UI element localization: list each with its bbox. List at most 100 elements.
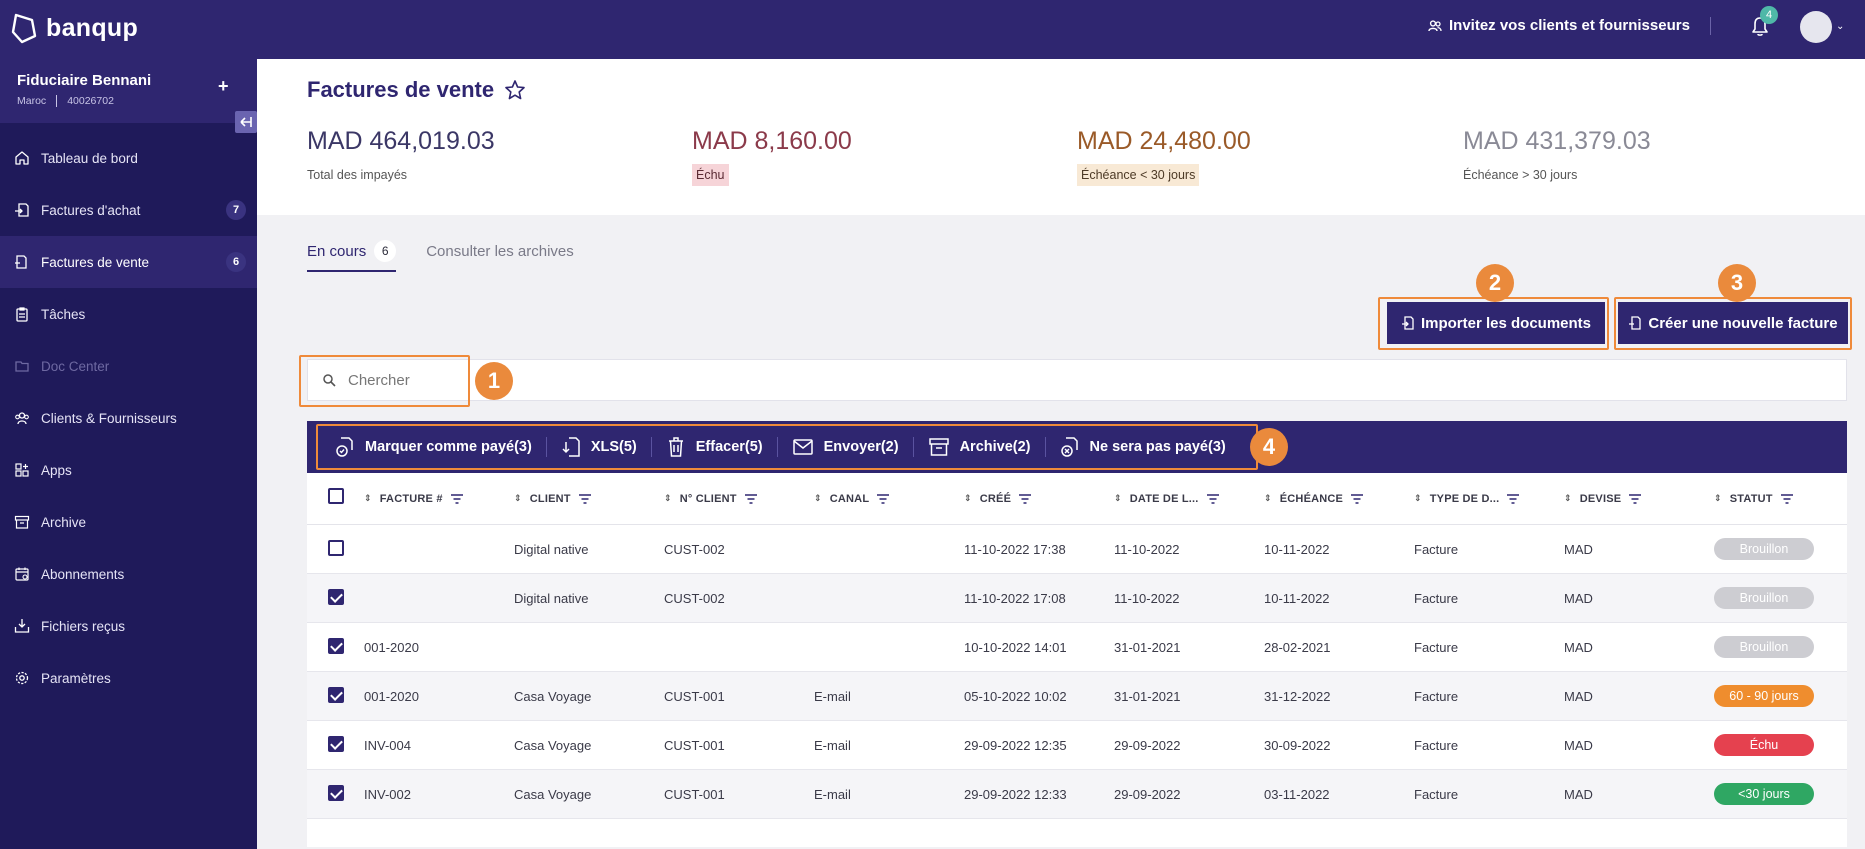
table-row[interactable]: INV-002 Casa Voyage CUST-001 E-mail 29-09-20… [307, 770, 1847, 819]
import-documents-button[interactable]: Importer les documents [1387, 302, 1605, 344]
filter-icon[interactable] [1351, 493, 1364, 504]
sidebar-item-archive[interactable]: Archive [0, 496, 257, 548]
sidebar-nav: Tableau de bord Factures d'achat 7 Factu… [0, 132, 257, 704]
sidebar-item-tasks[interactable]: Tâches [0, 288, 257, 340]
filter-icon[interactable] [578, 493, 591, 504]
send-button[interactable]: Envoyer(2) [778, 436, 913, 458]
cell-due: 31-12-2022 [1264, 688, 1331, 704]
sort-icon[interactable]: ⇕ [1264, 493, 1272, 504]
column-header-created[interactable]: ⇕ CRÉÉ [964, 493, 1114, 505]
sidebar-item-doc-center[interactable]: Doc Center [0, 340, 257, 392]
tab-archives[interactable]: Consulter les archives [426, 240, 574, 272]
create-invoice-button[interactable]: Créer une nouvelle facture [1618, 302, 1848, 344]
filter-icon[interactable] [1206, 493, 1219, 504]
filter-icon[interactable] [1780, 493, 1793, 504]
sidebar-item-subscriptions[interactable]: Abonnements [0, 548, 257, 600]
table-header: ⇕ FACTURE # ⇕ CLIENT ⇕ N° CLIENT ⇕ CANAL ⇕ CR… [307, 473, 1847, 525]
column-label: CANAL [829, 492, 870, 505]
add-company-button[interactable]: + [218, 76, 229, 97]
filter-icon[interactable] [1019, 493, 1032, 504]
sort-icon[interactable]: ⇕ [664, 493, 672, 504]
cell-date: 29-09-2022 [1114, 737, 1181, 753]
sort-icon[interactable]: ⇕ [1114, 493, 1122, 504]
sidebar-item-label: Factures d'achat [41, 202, 141, 218]
avatar[interactable] [1800, 11, 1832, 43]
sidebar-item-contacts[interactable]: Clients & Fournisseurs [0, 392, 257, 444]
row-checkbox[interactable] [328, 686, 344, 703]
sales-invoice-icon [15, 255, 27, 269]
table-body: Digital native CUST-002 11-10-2022 17:38 11… [307, 525, 1847, 819]
cell-type: Facture [1414, 688, 1459, 704]
table-row[interactable]: 001-2020 Casa Voyage CUST-001 E-mail 05-10-2… [307, 672, 1847, 721]
filter-icon[interactable] [1629, 493, 1642, 504]
sort-icon[interactable]: ⇕ [964, 493, 972, 504]
cell-currency: MAD [1564, 737, 1593, 753]
status-badge: Échu [1714, 734, 1814, 756]
sort-icon[interactable]: ⇕ [1714, 493, 1722, 504]
collapse-sidebar-button[interactable] [235, 111, 257, 133]
sidebar-item-apps[interactable]: Apps [0, 444, 257, 496]
filter-icon[interactable] [1507, 493, 1520, 504]
delete-button[interactable]: Effacer(5) [652, 436, 777, 458]
sidebar-item-received-files[interactable]: Fichiers reçus [0, 600, 257, 652]
invite-link[interactable]: Invitez vos clients et fournisseurs [1428, 17, 1690, 34]
column-header-client-number[interactable]: ⇕ N° CLIENT [664, 493, 814, 505]
sort-icon[interactable]: ⇕ [364, 493, 372, 504]
sort-icon[interactable]: ⇕ [1414, 493, 1422, 504]
sidebar-item-purchase-invoices[interactable]: Factures d'achat 7 [0, 184, 257, 236]
mark-paid-button[interactable]: Marquer comme payé(3) [325, 436, 546, 458]
column-header-invoice[interactable]: ⇕ FACTURE # [364, 493, 514, 505]
table-row[interactable]: Digital native CUST-002 11-10-2022 17:08 11… [307, 574, 1847, 623]
filter-icon[interactable] [450, 493, 463, 504]
chevron-down-icon[interactable]: ⌄ [1836, 21, 1844, 32]
cell-type: Facture [1414, 786, 1459, 802]
bulk-label: Ne sera pas payé(3) [1089, 439, 1226, 455]
cell-due: 10-11-2022 [1264, 590, 1330, 606]
tab-in-progress[interactable]: En cours 6 [307, 240, 397, 272]
column-header-status[interactable]: ⇕ STATUT [1714, 493, 1844, 505]
company-country: Maroc [17, 95, 47, 107]
row-checkbox[interactable] [328, 784, 344, 801]
brand-logo[interactable]: banqup [10, 12, 138, 44]
filter-icon[interactable] [744, 493, 757, 504]
cell-currency: MAD [1564, 590, 1593, 606]
company-switcher[interactable]: Fiduciaire Bennani Maroc 40026702 + [0, 59, 257, 123]
table-row[interactable]: Digital native CUST-002 11-10-2022 17:38 11… [307, 525, 1847, 574]
cell-status: 60 - 90 jours [1714, 685, 1844, 707]
sidebar-item-settings[interactable]: Paramètres [0, 652, 257, 704]
sort-icon[interactable]: ⇕ [1564, 493, 1572, 504]
row-checkbox[interactable] [328, 588, 344, 605]
sort-icon[interactable]: ⇕ [814, 493, 822, 504]
column-header-date[interactable]: ⇕ DATE DE L... [1114, 493, 1264, 505]
row-select-cell [307, 784, 364, 804]
sidebar-item-label: Paramètres [41, 670, 111, 686]
table-row[interactable]: 001-2020 10-10-2022 14:01 31-01-2021 28-02-… [307, 623, 1847, 672]
export-xls-button[interactable]: XLS(5) [547, 436, 651, 458]
sidebar-item-label: Doc Center [41, 358, 110, 374]
step-marker-1: 1 [475, 362, 513, 400]
archive-button[interactable]: Archive(2) [914, 436, 1045, 458]
filter-icon[interactable] [877, 493, 890, 504]
sidebar-item-dashboard[interactable]: Tableau de bord [0, 132, 257, 184]
new-invoice-icon [1629, 316, 1642, 330]
row-checkbox[interactable] [328, 735, 344, 752]
column-header-channel[interactable]: ⇕ CANAL [814, 493, 964, 505]
table-row[interactable]: INV-004 Casa Voyage CUST-001 E-mail 29-09-20… [307, 721, 1847, 770]
column-header-doc-type[interactable]: ⇕ TYPE DE D... [1414, 493, 1564, 505]
sidebar-item-sales-invoices[interactable]: Factures de vente 6 [0, 236, 257, 288]
cell-due: 10-11-2022 [1264, 541, 1330, 557]
row-checkbox[interactable] [328, 539, 344, 556]
column-header-currency[interactable]: ⇕ DEVISE [1564, 493, 1714, 505]
column-header-due[interactable]: ⇕ ÉCHÉANCE [1264, 493, 1414, 505]
sort-icon[interactable]: ⇕ [514, 493, 522, 504]
users-icon [1428, 19, 1442, 31]
row-checkbox[interactable] [328, 637, 344, 654]
select-all-checkbox[interactable] [328, 488, 344, 504]
column-header-client[interactable]: ⇕ CLIENT [514, 493, 664, 505]
page-header: Factures de vente MAD 464,019.03 Total d… [257, 59, 1865, 215]
star-icon[interactable] [504, 79, 526, 101]
cell-status: Échu [1714, 734, 1844, 756]
cell-client-no: CUST-001 [664, 688, 725, 704]
create-label: Créer une nouvelle facture [1648, 314, 1838, 332]
will-not-be-paid-button[interactable]: Ne sera pas payé(3) [1046, 436, 1240, 458]
